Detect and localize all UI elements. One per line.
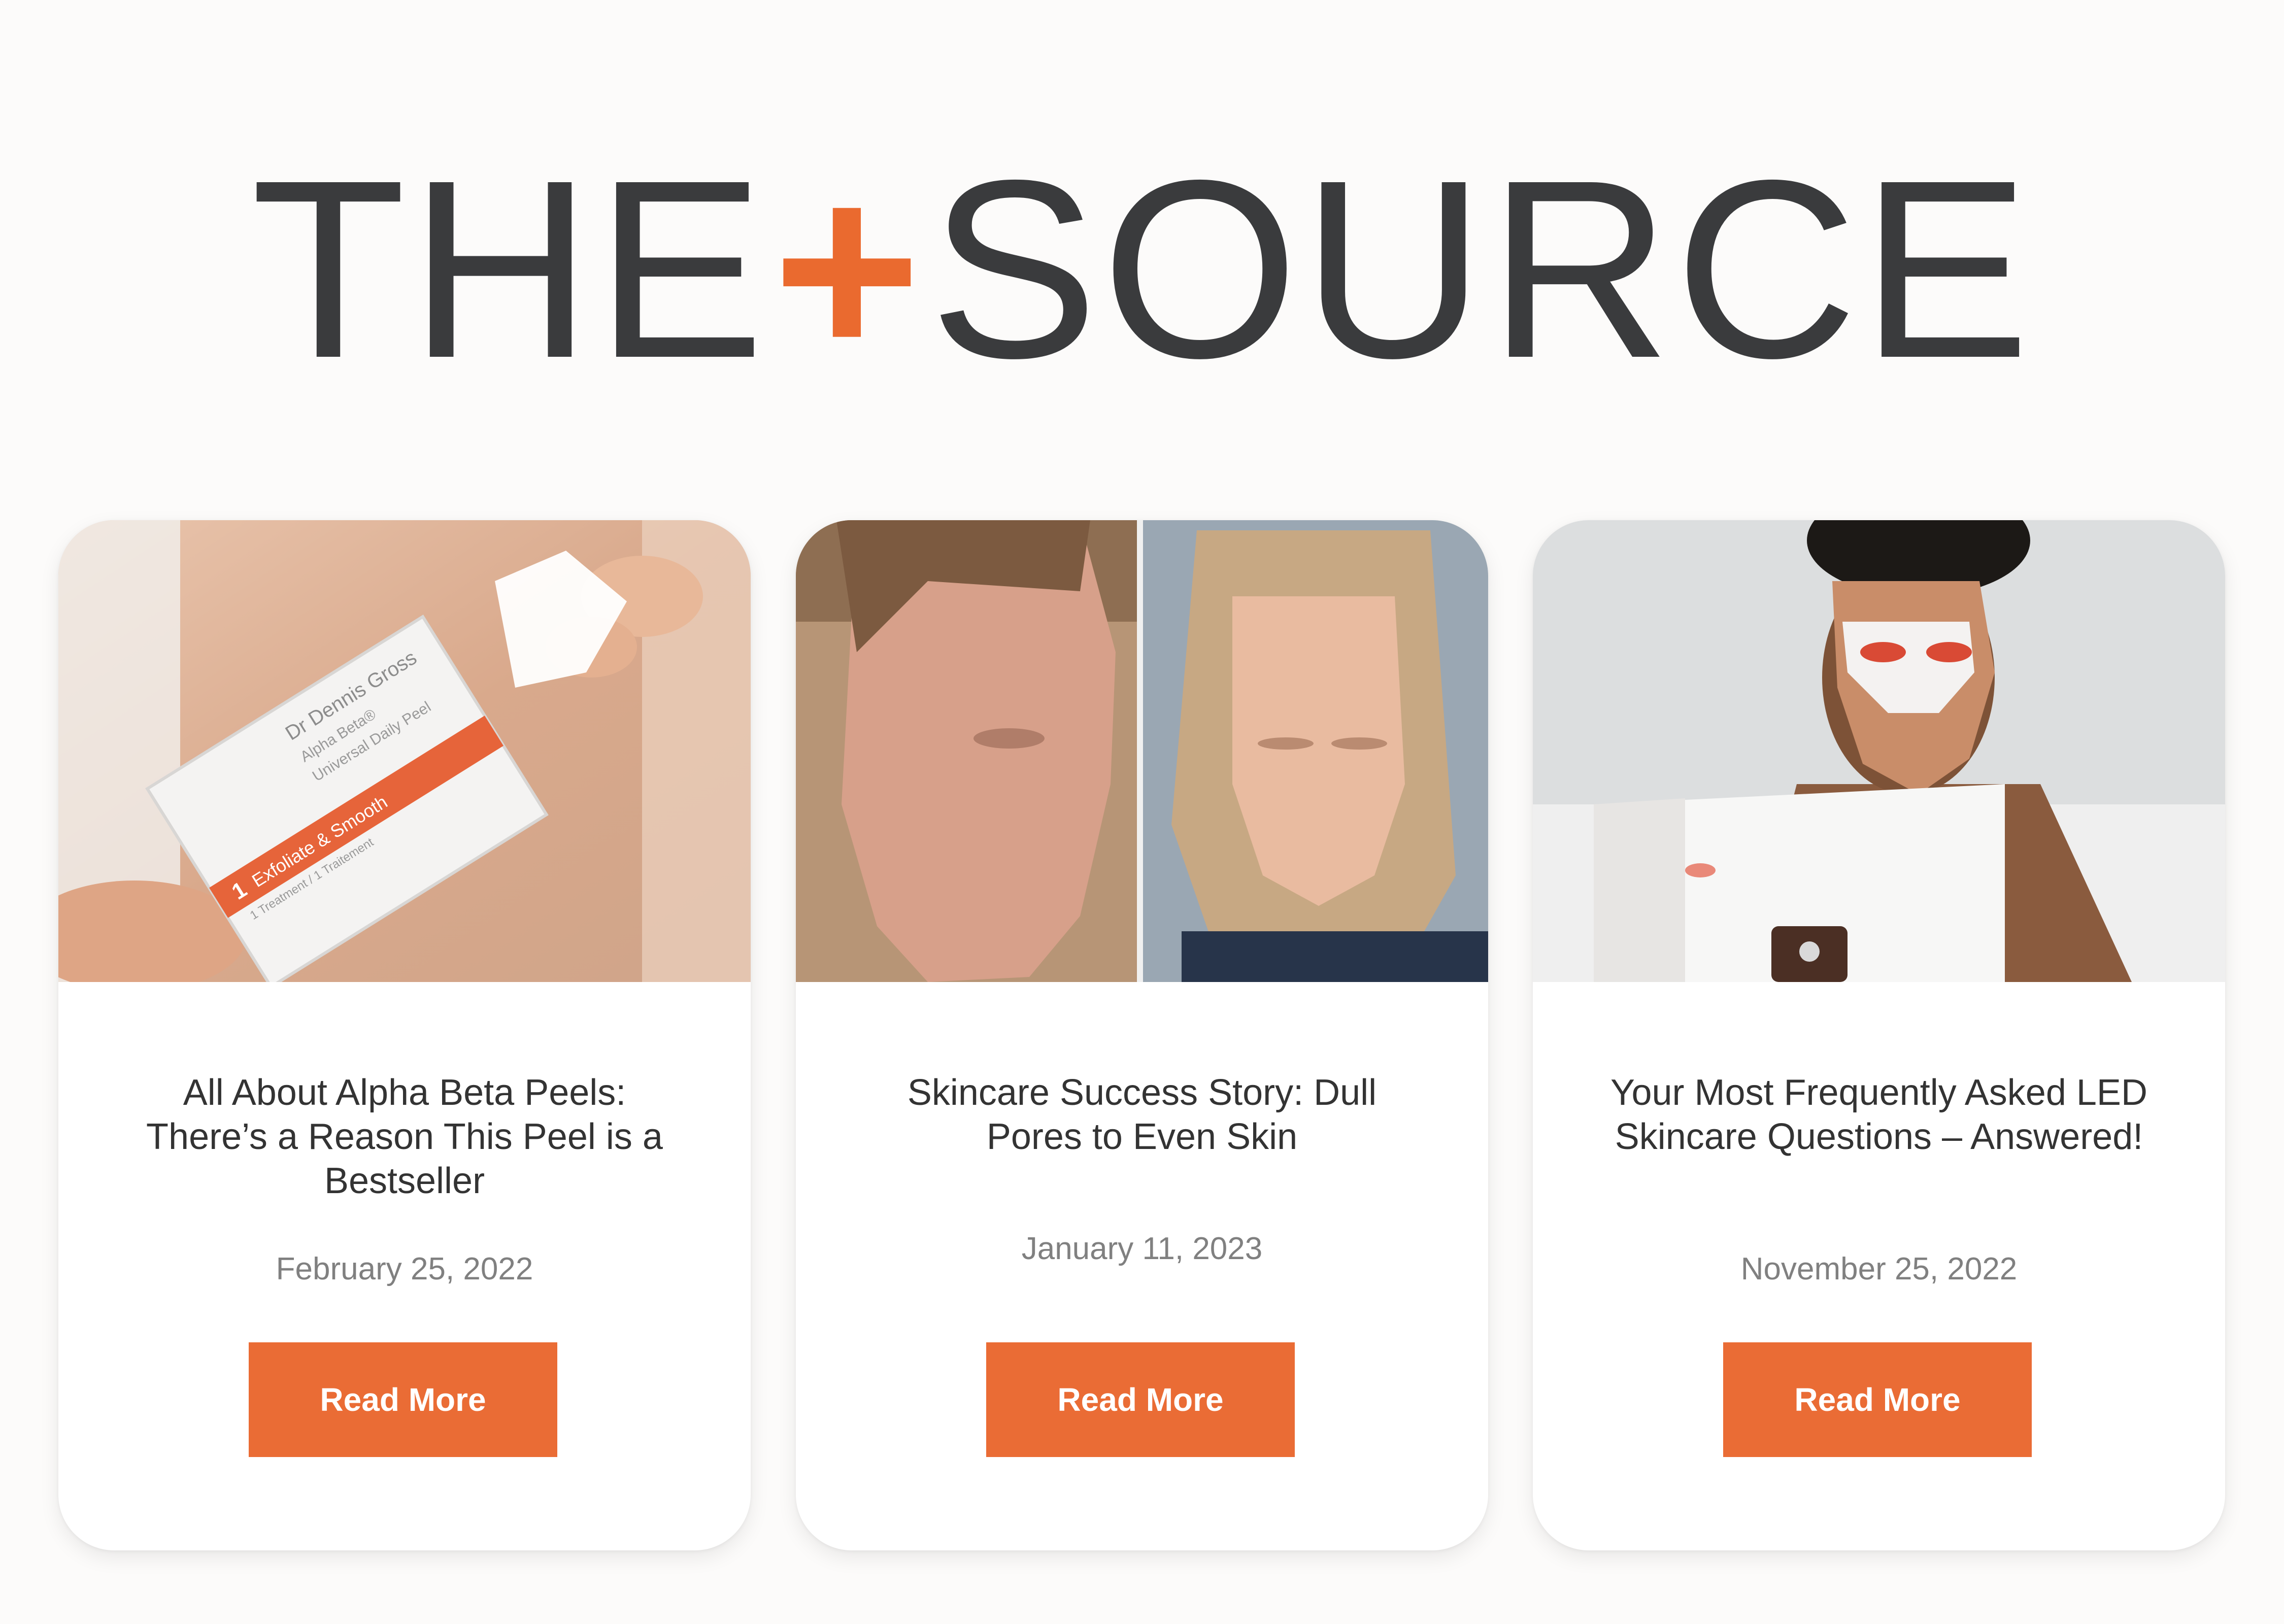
article-date: February 25, 2022 <box>276 1251 533 1287</box>
logo-text-the: THE <box>251 127 768 411</box>
article-card-alpha-beta: 1 Exfoliate & Smooth Dr Dennis Gross Alp… <box>58 520 751 1550</box>
brand-logo[interactable]: THE+SOURCE <box>0 142 2284 396</box>
article-date: November 25, 2022 <box>1740 1251 2018 1287</box>
article-image-peel-packet[interactable]: 1 Exfoliate & Smooth Dr Dennis Gross Alp… <box>58 520 751 982</box>
article-date: January 11, 2023 <box>1021 1231 1263 1266</box>
article-title[interactable]: Skincare Success Story: Dull Pores to Ev… <box>857 1071 1427 1159</box>
article-title[interactable]: All About Alpha Beta Peels: There’s a Re… <box>119 1071 690 1203</box>
read-more-button[interactable]: Read More <box>249 1342 557 1457</box>
read-more-button[interactable]: Read More <box>986 1342 1295 1457</box>
article-title[interactable]: Your Most Frequently Asked LED Skincare … <box>1594 1071 2164 1159</box>
article-image-led-mask[interactable] <box>1533 520 2225 982</box>
article-image-before-after[interactable] <box>796 520 1488 982</box>
logo-plus-icon: + <box>772 127 924 411</box>
article-card-led-questions: Your Most Frequently Asked LED Skincare … <box>1533 520 2225 1550</box>
article-card-success-story: Skincare Success Story: Dull Pores to Ev… <box>796 520 1488 1550</box>
logo-text-source: SOURCE <box>929 127 2033 411</box>
read-more-button[interactable]: Read More <box>1723 1342 2032 1457</box>
